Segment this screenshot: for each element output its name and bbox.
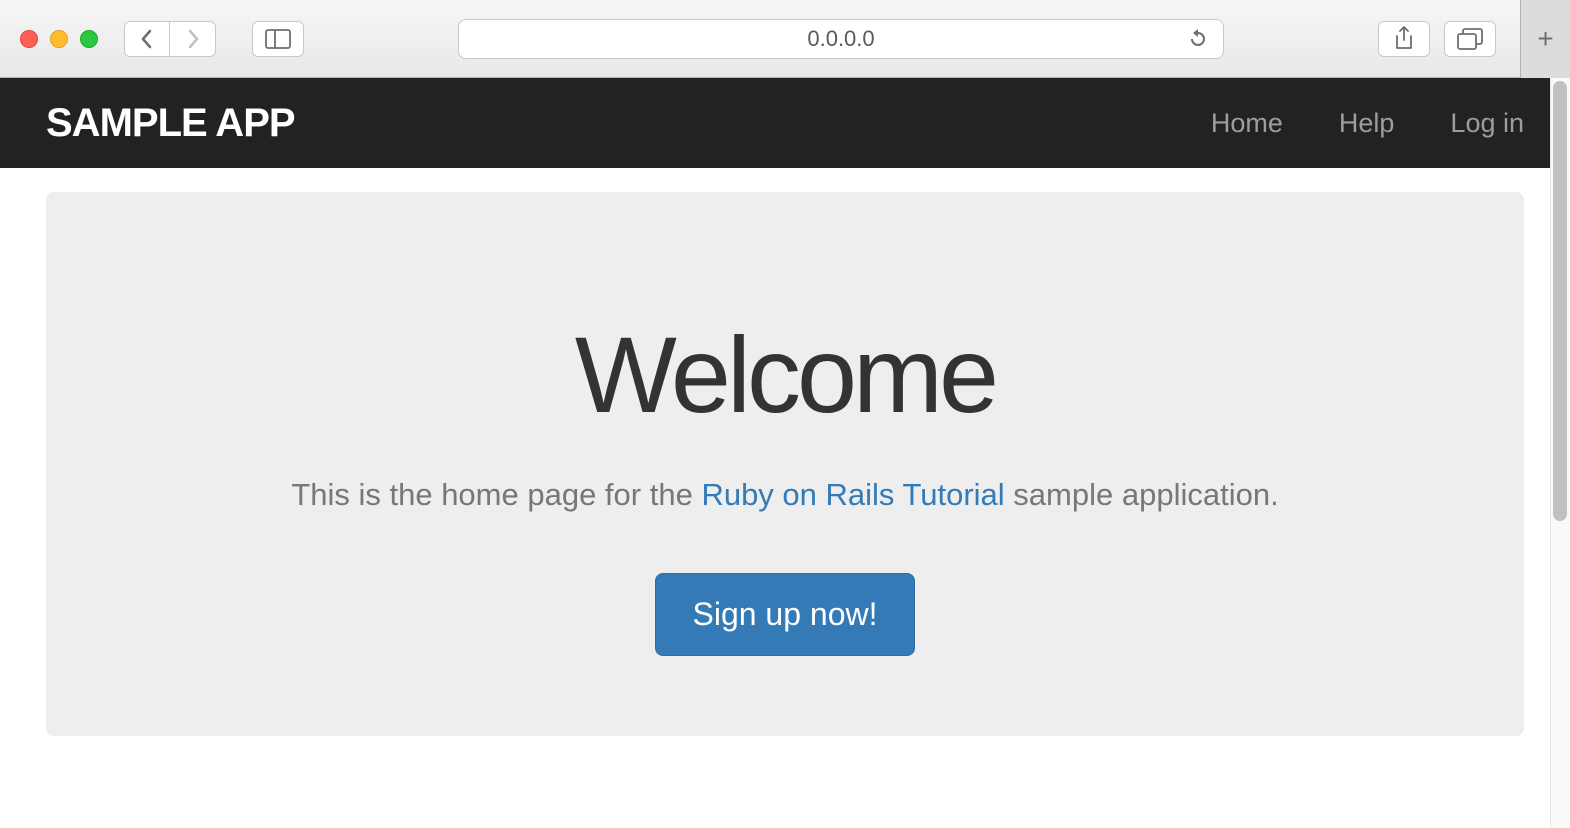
nav-links: Home Help Log in	[1211, 108, 1524, 139]
forward-button[interactable]	[170, 21, 216, 57]
sidebar-icon	[265, 29, 291, 49]
brand-logo[interactable]: SAMPLE APP	[46, 101, 295, 146]
main-container: Welcome This is the home page for the Ru…	[0, 168, 1570, 760]
maximize-window-button[interactable]	[80, 30, 98, 48]
close-window-button[interactable]	[20, 30, 38, 48]
reload-icon	[1187, 28, 1207, 50]
window-controls	[20, 30, 98, 48]
share-icon	[1394, 26, 1414, 52]
scrollbar-thumb[interactable]	[1553, 81, 1567, 521]
nav-home-link[interactable]: Home	[1211, 108, 1283, 139]
chevron-right-icon	[186, 29, 200, 49]
browser-toolbar: 0.0.0.0 +	[0, 0, 1570, 78]
plus-icon: +	[1537, 23, 1553, 55]
back-button[interactable]	[124, 21, 170, 57]
show-tabs-button[interactable]	[1444, 21, 1496, 57]
share-button[interactable]	[1378, 21, 1430, 57]
minimize-window-button[interactable]	[50, 30, 68, 48]
url-text: 0.0.0.0	[807, 26, 874, 52]
subtext-prefix: This is the home page for the	[291, 477, 701, 512]
nav-login-link[interactable]: Log in	[1450, 108, 1524, 139]
toolbar-right: +	[1378, 0, 1550, 78]
signup-button[interactable]: Sign up now!	[655, 573, 914, 656]
tabs-icon	[1457, 28, 1483, 50]
chevron-left-icon	[140, 29, 154, 49]
page-content: SAMPLE APP Home Help Log in Welcome This…	[0, 78, 1570, 828]
subtext-suffix: sample application.	[1005, 477, 1279, 512]
reload-button[interactable]	[1187, 28, 1207, 50]
address-bar[interactable]: 0.0.0.0	[458, 19, 1224, 59]
hero-jumbotron: Welcome This is the home page for the Ru…	[46, 192, 1524, 736]
rails-tutorial-link[interactable]: Ruby on Rails Tutorial	[701, 477, 1004, 512]
navigation-buttons	[124, 21, 216, 57]
scrollbar-track[interactable]	[1550, 78, 1570, 828]
site-navbar: SAMPLE APP Home Help Log in	[0, 78, 1570, 168]
hero-heading: Welcome	[106, 312, 1464, 437]
nav-help-link[interactable]: Help	[1339, 108, 1395, 139]
new-tab-button[interactable]: +	[1520, 0, 1570, 78]
sidebar-toggle-button[interactable]	[252, 21, 304, 57]
hero-subtext: This is the home page for the Ruby on Ra…	[106, 477, 1464, 513]
